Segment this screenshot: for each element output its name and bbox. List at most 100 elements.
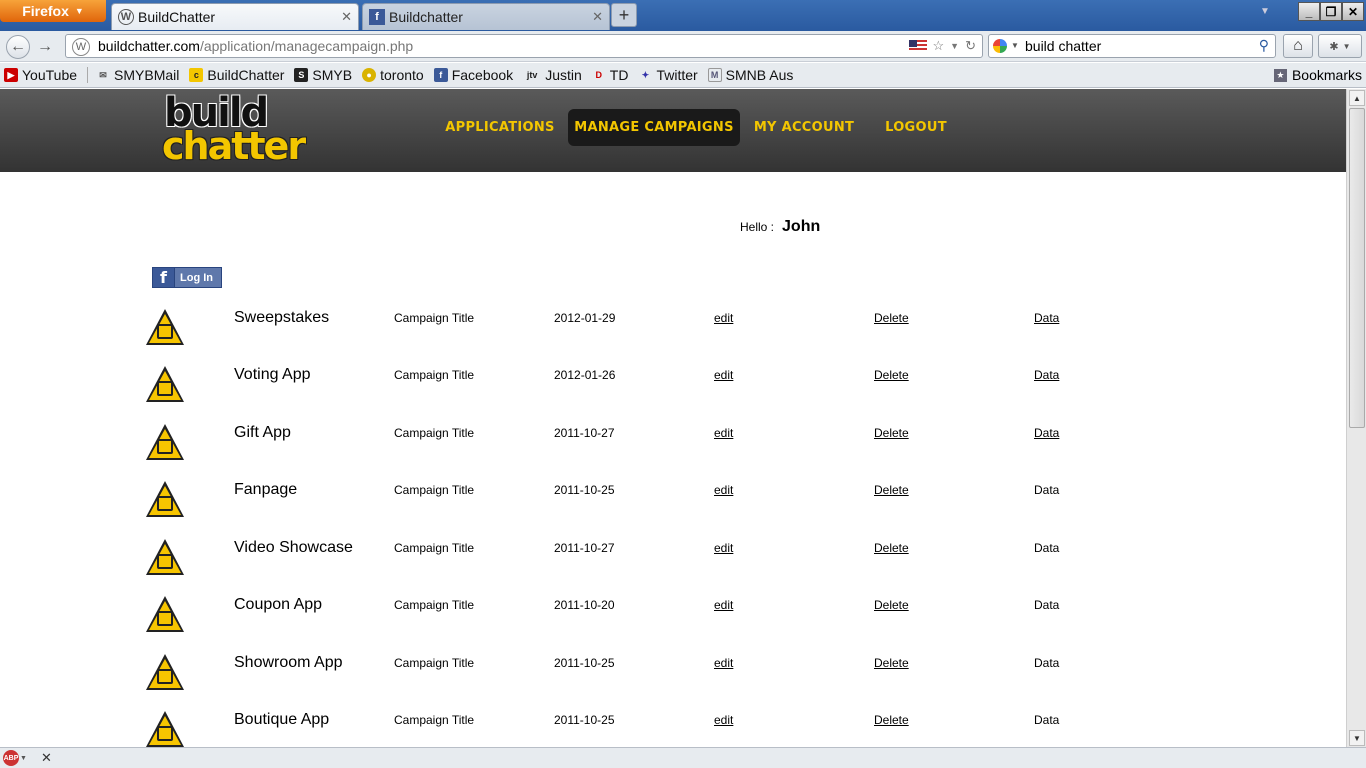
new-tab-button[interactable]: + bbox=[611, 3, 637, 27]
url-bar[interactable]: W buildchatter.com/application/managecam… bbox=[65, 34, 983, 58]
bookmark-smnb-aus[interactable]: M SMNB Aus bbox=[707, 67, 793, 83]
close-icon[interactable]: ✕ bbox=[592, 9, 603, 25]
site-identity-icon[interactable]: W bbox=[72, 38, 90, 56]
nav-logout[interactable]: LOGOUT bbox=[880, 109, 952, 146]
campaign-row: Gift App Campaign Title 2011-10-27 edit Dele… bbox=[0, 424, 1346, 481]
facebook-login-button[interactable]: f Log In bbox=[152, 267, 222, 288]
delete-link[interactable]: Delete bbox=[874, 656, 909, 670]
delete-link[interactable]: Delete bbox=[874, 311, 909, 325]
nav-manage-campaigns[interactable]: MANAGE CAMPAIGNS bbox=[568, 109, 740, 146]
bookmark-label: TD bbox=[609, 67, 629, 83]
facebook-icon: f bbox=[433, 68, 448, 82]
firefox-menu-label: Firefox bbox=[22, 3, 69, 19]
tab-facebook-buildchatter[interactable]: f Buildchatter ✕ bbox=[362, 3, 610, 30]
smyb-icon: S bbox=[294, 68, 309, 82]
facebook-login-label: Log In bbox=[180, 271, 213, 284]
google-icon[interactable] bbox=[993, 39, 1007, 53]
back-button[interactable]: ← bbox=[6, 35, 30, 59]
close-window-button[interactable]: ✕ bbox=[1342, 2, 1364, 21]
delete-link[interactable]: Delete bbox=[874, 483, 909, 497]
bookmark-label: Twitter bbox=[656, 67, 698, 83]
chevron-down-icon[interactable]: ▼ bbox=[1011, 41, 1019, 50]
buildchatter-logo[interactable]: build chatter bbox=[162, 93, 306, 169]
delete-link[interactable]: Delete bbox=[874, 426, 909, 440]
edit-link[interactable]: edit bbox=[714, 598, 733, 612]
app-name: Video Showcase bbox=[234, 539, 353, 556]
minimize-button[interactable]: _ bbox=[1298, 2, 1320, 21]
logo-line-2: chatter bbox=[162, 124, 306, 168]
close-icon[interactable]: ✕ bbox=[341, 9, 352, 25]
campaign-title: Campaign Title bbox=[394, 483, 475, 497]
data-link[interactable]: Data bbox=[1034, 311, 1059, 325]
campaign-title: Campaign Title bbox=[394, 311, 475, 325]
data-link: Data bbox=[1034, 541, 1060, 555]
delete-link[interactable]: Delete bbox=[874, 598, 909, 612]
search-icon[interactable]: ⚲ bbox=[1259, 37, 1269, 54]
search-input[interactable]: build chatter bbox=[1025, 38, 1101, 54]
data-link[interactable]: Data bbox=[1034, 426, 1059, 440]
chevron-down-icon[interactable]: ▼ bbox=[20, 755, 27, 762]
bookmark-justin[interactable]: jtv Justin bbox=[523, 67, 582, 83]
reload-icon[interactable]: ↻ bbox=[965, 38, 976, 54]
nav-label: APPLICATIONS bbox=[445, 120, 555, 135]
bookmarks-toolbar: ▶ YouTube ✉ SMYBMail c BuildChatter S SM… bbox=[0, 63, 1366, 88]
bookmark-facebook[interactable]: f Facebook bbox=[433, 67, 514, 83]
bookmark-buildchatter[interactable]: c BuildChatter bbox=[189, 67, 284, 83]
edit-link[interactable]: edit bbox=[714, 368, 733, 382]
campaign-row: Sweepstakes Campaign Title 2012-01-29 edit D… bbox=[0, 309, 1346, 366]
edit-link[interactable]: edit bbox=[714, 541, 733, 555]
nav-my-account[interactable]: MY ACCOUNT bbox=[753, 109, 855, 146]
app-name: Fanpage bbox=[234, 481, 298, 498]
bookmark-twitter[interactable]: ✦ Twitter bbox=[638, 67, 698, 83]
scrollbar-thumb[interactable] bbox=[1349, 108, 1365, 428]
bookmark-smybmail[interactable]: ✉ SMYBMail bbox=[96, 67, 179, 83]
history-dropdown-icon[interactable]: ▼ bbox=[950, 41, 959, 51]
bookmarks-menu-button[interactable]: ★ Bookmarks bbox=[1273, 67, 1362, 83]
nav-applications[interactable]: APPLICATIONS bbox=[445, 109, 555, 146]
tab-list-icon[interactable]: ▼ bbox=[1260, 6, 1270, 17]
tab-buildchatter[interactable]: W BuildChatter ✕ bbox=[111, 3, 359, 30]
delete-link[interactable]: Delete bbox=[874, 368, 909, 382]
edit-link[interactable]: edit bbox=[714, 483, 733, 497]
scroll-down-arrow-icon[interactable]: ▼ bbox=[1349, 730, 1365, 746]
forward-button[interactable]: → bbox=[33, 35, 57, 59]
flag-icon[interactable] bbox=[908, 40, 927, 52]
addon-bar: ABP ▼ ✕ bbox=[0, 747, 1366, 768]
greeting: Hello : John bbox=[740, 218, 820, 236]
bookmark-label: Facebook bbox=[451, 67, 514, 83]
edit-link[interactable]: edit bbox=[714, 713, 733, 727]
edit-link[interactable]: edit bbox=[714, 311, 733, 325]
edit-link[interactable]: edit bbox=[714, 656, 733, 670]
bookmark-youtube[interactable]: ▶ YouTube bbox=[4, 67, 77, 83]
restore-button[interactable]: ❐ bbox=[1320, 2, 1342, 21]
td-icon: D bbox=[595, 70, 603, 80]
mail-icon: ✉ bbox=[99, 69, 107, 80]
wordpress-icon: W bbox=[118, 9, 134, 25]
vertical-scrollbar[interactable]: ▲ ▼ bbox=[1346, 89, 1366, 747]
edit-link[interactable]: edit bbox=[714, 426, 733, 440]
site-header: build chatter APPLICATIONS MANAGE CAMPAI… bbox=[0, 89, 1346, 172]
campaign-date: 2011-10-25 bbox=[554, 656, 615, 670]
close-icon[interactable]: ✕ bbox=[41, 750, 52, 766]
firefox-menu-button[interactable]: Firefox ▼ bbox=[0, 0, 106, 22]
app-name: Voting App bbox=[234, 366, 311, 383]
scroll-up-arrow-icon[interactable]: ▲ bbox=[1349, 90, 1365, 106]
puzzle-icon: ✱ bbox=[1329, 40, 1339, 53]
campaign-date: 2011-10-27 bbox=[554, 426, 615, 440]
boutique-app-warning-icon bbox=[146, 711, 184, 747]
bookmark-smyb[interactable]: S SMYB bbox=[294, 67, 352, 83]
adblock-icon[interactable]: ABP bbox=[3, 750, 19, 766]
bookmark-td[interactable]: D TD bbox=[592, 67, 629, 83]
data-link[interactable]: Data bbox=[1034, 368, 1059, 382]
campaign-date: 2011-10-25 bbox=[554, 483, 615, 497]
addon-button[interactable]: ✱ ▼ bbox=[1318, 34, 1362, 58]
voting-app-warning-icon bbox=[146, 366, 184, 402]
delete-link[interactable]: Delete bbox=[874, 713, 909, 727]
bookmark-toronto[interactable]: ● toronto bbox=[362, 67, 424, 83]
bookmark-star-icon[interactable]: ☆ bbox=[933, 38, 945, 54]
delete-link[interactable]: Delete bbox=[874, 541, 909, 555]
campaign-title: Campaign Title bbox=[394, 656, 475, 670]
sweepstakes-warning-icon bbox=[146, 309, 184, 345]
home-button[interactable]: ⌂ bbox=[1283, 34, 1313, 58]
search-bar[interactable]: ▼ build chatter ⚲ bbox=[988, 34, 1276, 58]
